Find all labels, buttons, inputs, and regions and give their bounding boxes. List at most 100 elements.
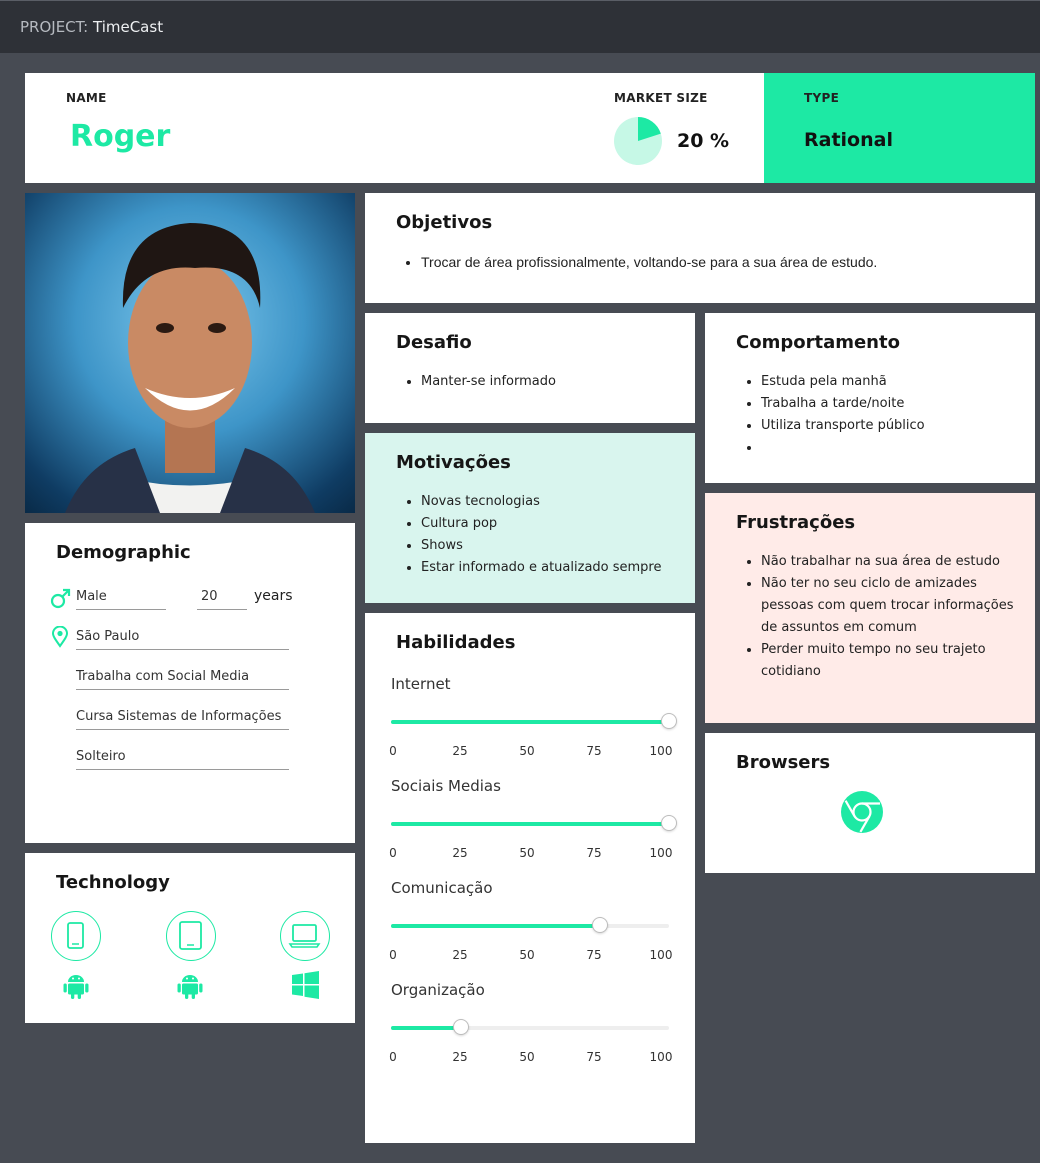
comportamento-title: Comportamento [736,332,900,353]
browsers-title: Browsers [736,752,831,773]
tick-label: 50 [519,744,535,758]
tick-label: 100 [649,744,673,758]
tablet-icon [179,921,202,950]
technology-card: Technology [25,853,355,1023]
tick-label: 50 [519,846,535,860]
list-item: Trabalha a tarde/noite [761,393,925,415]
project-name: TimeCast [93,18,164,36]
frustracoes-list: Não trabalhar na sua área de estudo Não … [761,551,1021,683]
habilidades-title: Habilidades [396,632,516,653]
tick-label: 75 [586,1050,602,1064]
persona-name: Roger [70,119,171,154]
demographic-title: Demographic [56,542,191,563]
windows-icon [292,971,319,999]
slider-handle[interactable] [661,815,677,831]
skill-slider[interactable] [391,1019,669,1035]
tick-label: 25 [452,744,468,758]
device-tablet [166,911,216,961]
name-label: NAME [66,91,107,105]
slider-fill [391,924,600,928]
skill-label: Internet [391,675,451,693]
tick-label: 25 [452,846,468,860]
tick-label: 100 [649,1050,673,1064]
desafio-list: Manter-se informado [421,371,556,393]
frustracoes-card: Frustrações Não trabalhar na sua área de… [705,493,1035,723]
location-pin-icon [52,626,69,648]
market-size-value: 20 % [677,130,730,152]
slider-handle[interactable] [452,1019,469,1035]
top-bar: PROJECT: TimeCast [0,0,1040,53]
tick-label: 0 [389,846,397,860]
tick-label: 50 [519,1050,535,1064]
list-item: Não ter no seu ciclo de amizades pessoas… [761,573,1021,639]
tick-label: 100 [649,948,673,962]
skill-label: Comunicação [391,879,493,897]
android-icon [63,975,89,999]
job-field[interactable]: Trabalha com Social Media [76,669,289,690]
tick-label: 0 [389,744,397,758]
desafio-card: Desafio Manter-se informado [365,313,695,423]
location-field[interactable]: São Paulo [76,629,289,650]
male-icon [50,588,71,609]
tick-label: 25 [452,948,468,962]
slider-fill [391,1026,461,1030]
habilidades-card: Habilidades Internet 0 25 50 75 100 Sociais Me… [365,613,695,1143]
slider-fill [391,720,669,724]
demographic-card: Demographic Male 20 years São Paulo Trab… [25,523,355,843]
chrome-icon [841,791,883,833]
slider-fill [391,822,669,826]
type-label: TYPE [804,91,840,105]
list-item: Novas tecnologias [421,491,662,513]
list-item: Trocar de área profissionalmente, voltan… [421,251,877,273]
persona-photo [25,193,355,513]
tick-label: 100 [649,846,673,860]
objetivos-card: Objetivos Trocar de área profissionalmen… [365,193,1035,303]
technology-title: Technology [56,872,170,893]
tick-label: 25 [452,1050,468,1064]
list-item: Shows [421,535,662,557]
motivacoes-title: Motivações [396,452,511,473]
comportamento-list: Estuda pela manhã Trabalha a tarde/noite… [761,371,925,459]
list-item: Manter-se informado [421,371,556,393]
age-field[interactable]: 20 [197,589,247,610]
list-item: Utiliza transporte público [761,415,925,437]
objetivos-list: Trocar de área profissionalmente, voltan… [421,251,877,273]
slider-handle[interactable] [591,917,608,933]
project-label: PROJECT: [20,18,89,36]
tick-label: 0 [389,1050,397,1064]
android-icon [177,975,203,999]
list-item: Cultura pop [421,513,662,535]
laptop-icon [288,924,321,948]
comportamento-card: Comportamento Estuda pela manhã Trabalha… [705,313,1035,483]
list-item: Perder muito tempo no seu trajeto cotidi… [761,639,1021,683]
tick-label: 75 [586,948,602,962]
tick-label: 50 [519,948,535,962]
tick-label: 0 [389,948,397,962]
age-unit: years [254,588,293,604]
tick-label: 75 [586,846,602,860]
slider-handle[interactable] [661,713,677,729]
motivacoes-list: Novas tecnologias Cultura pop Shows Esta… [421,491,662,579]
type-value: Rational [804,129,893,151]
skill-label: Organização [391,981,485,999]
skill-label: Sociais Medias [391,777,501,795]
objetivos-title: Objetivos [396,212,493,233]
skill-slider[interactable] [391,713,677,729]
gender-field[interactable]: Male [76,589,166,610]
device-laptop [280,911,330,961]
device-smartphone [51,911,101,961]
status-field[interactable]: Solteiro [76,749,289,770]
frustracoes-title: Frustrações [736,512,856,533]
market-size-label: MARKET SIZE [614,91,708,105]
list-item: Estar informado e atualizado sempre [421,557,662,579]
smartphone-icon [67,922,84,949]
list-item: Não trabalhar na sua área de estudo [761,551,1021,573]
study-field[interactable]: Cursa Sistemas de Informações [76,709,289,730]
skill-slider[interactable] [391,815,677,831]
persona-header-card: NAME Roger MARKET SIZE 20 % TYPE Rationa… [25,73,1035,183]
skill-slider[interactable] [391,917,669,933]
desafio-title: Desafio [396,332,472,353]
type-panel: TYPE Rational [764,73,1035,183]
motivacoes-card: Motivações Novas tecnologias Cultura pop… [365,433,695,603]
project-title: PROJECT: TimeCast [20,18,163,36]
